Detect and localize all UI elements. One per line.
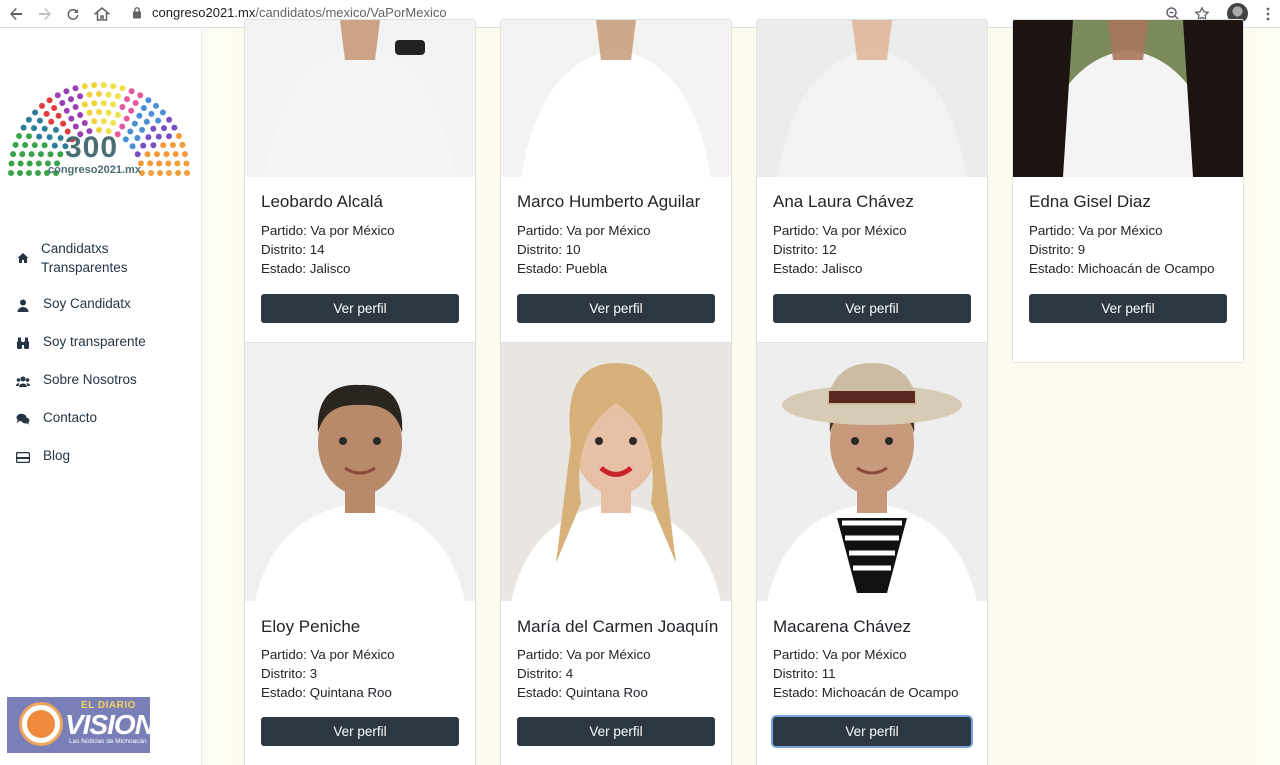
candidate-distrito: Distrito: 3: [261, 666, 318, 681]
sidebar-item-soy-candidatx[interactable]: Soy Candidatx: [0, 296, 202, 315]
site-logo[interactable]: 300 congreso2021.mx: [3, 81, 195, 181]
candidate-card: Ana Laura Chávez Partido: Va por México …: [756, 19, 988, 363]
user-icon: [16, 298, 30, 312]
sidebar-item-label: Soy Candidatx: [43, 296, 131, 311]
candidate-distrito: Distrito: 11: [773, 666, 836, 681]
binoculars-icon: [16, 336, 30, 350]
back-icon[interactable]: [5, 3, 27, 25]
badge-sub-text: Las Noticias de Michoacán: [69, 738, 147, 745]
ver-perfil-button[interactable]: Ver perfil: [773, 717, 971, 746]
candidate-card: María del Carmen Joaquín Partido: Va por…: [500, 342, 732, 765]
logo-number: 300: [65, 131, 119, 164]
candidate-info: Partido: Va por México Distrito: 11 Esta…: [773, 645, 959, 702]
candidate-card: Leobardo Alcalá Partido: Va por México D…: [244, 19, 476, 363]
candidate-photo: [501, 343, 731, 601]
sidebar: 300 congreso2021.mx Candidatxs Transpare…: [0, 29, 202, 765]
sidebar-item-candidatxs-transparentes[interactable]: Candidatxs Transparentes: [0, 239, 202, 279]
candidate-name: Eloy Peniche: [261, 617, 361, 636]
candidate-partido: Partido: Va por México: [261, 223, 395, 238]
url-domain: congreso2021.mx: [152, 5, 256, 20]
sidebar-item-contacto[interactable]: Contacto: [0, 410, 202, 429]
candidate-distrito: Distrito: 12: [773, 242, 837, 257]
candidate-partido: Partido: Va por México: [261, 647, 395, 662]
candidate-name: Edna Gisel Diaz: [1029, 192, 1151, 211]
candidate-estado: Estado: Michoacán de Ocampo: [1029, 261, 1215, 276]
candidate-partido: Partido: Va por México: [517, 647, 651, 662]
candidate-estado: Estado: Quintana Roo: [517, 685, 648, 700]
candidate-estado: Estado: Michoacán de Ocampo: [773, 685, 959, 700]
sidebar-item-blog[interactable]: Blog: [0, 448, 202, 467]
sidebar-item-label: Contacto: [43, 410, 98, 425]
candidate-distrito: Distrito: 14: [261, 242, 325, 257]
ver-perfil-button[interactable]: Ver perfil: [1029, 294, 1227, 323]
candidate-info: Partido: Va por México Distrito: 3 Estad…: [261, 645, 395, 702]
candidate-info: Partido: Va por México Distrito: 14 Esta…: [261, 221, 395, 278]
candidate-distrito: Distrito: 9: [1029, 242, 1086, 257]
candidate-name: Macarena Chávez: [773, 617, 911, 636]
kebab-menu-icon[interactable]: [1257, 3, 1279, 25]
candidate-card: Eloy Peniche Partido: Va por México Dist…: [244, 342, 476, 765]
candidate-name: Marco Humberto Aguilar: [517, 192, 701, 211]
ver-perfil-button[interactable]: Ver perfil: [261, 294, 459, 323]
candidate-name: Leobardo Alcalá: [261, 192, 383, 211]
candidate-estado: Estado: Jalisco: [261, 261, 351, 276]
candidate-photo: [501, 20, 731, 177]
candidate-photo: [1013, 20, 1243, 177]
candidate-estado: Estado: Quintana Roo: [261, 685, 392, 700]
main-content: Leobardo Alcalá Partido: Va por México D…: [202, 19, 1280, 765]
candidate-name: María del Carmen Joaquín: [517, 617, 719, 636]
candidate-photo: [245, 20, 475, 177]
forward-icon[interactable]: [34, 3, 56, 25]
candidate-estado: Estado: Puebla: [517, 261, 608, 276]
candidate-distrito: Distrito: 10: [517, 242, 581, 257]
candidate-estado: Estado: Jalisco: [773, 261, 863, 276]
sidebar-item-label: Sobre Nosotros: [43, 372, 137, 387]
badge-circle-mark: [19, 702, 63, 746]
candidate-partido: Partido: Va por México: [773, 223, 907, 238]
home-icon[interactable]: [91, 3, 113, 25]
candidate-photo: [757, 343, 987, 601]
reload-icon[interactable]: [62, 3, 84, 25]
el-diario-vision-logo: EL DIARIO VISION Las Noticias de Michoac…: [7, 697, 150, 753]
candidate-info: Partido: Va por México Distrito: 12 Esta…: [773, 221, 907, 278]
candidate-photo: [757, 20, 987, 177]
ver-perfil-button[interactable]: Ver perfil: [517, 717, 715, 746]
candidate-card: Marco Humberto Aguilar Partido: Va por M…: [500, 19, 732, 363]
badge-main-text: VISION: [65, 709, 150, 740]
candidate-info: Partido: Va por México Distrito: 4 Estad…: [517, 645, 651, 702]
ver-perfil-button[interactable]: Ver perfil: [773, 294, 971, 323]
sidebar-item-sobre-nosotros[interactable]: Sobre Nosotros: [0, 372, 202, 391]
candidate-distrito: Distrito: 4: [517, 666, 574, 681]
ver-perfil-button[interactable]: Ver perfil: [261, 717, 459, 746]
sidebar-item-soy-transparente[interactable]: Soy transparente: [0, 334, 202, 353]
ver-perfil-button[interactable]: Ver perfil: [517, 294, 715, 323]
card-icon: [16, 450, 30, 464]
candidates-grid: Leobardo Alcalá Partido: Va por México D…: [228, 19, 1260, 765]
candidate-partido: Partido: Va por México: [1029, 223, 1163, 238]
candidate-card: Macarena Chávez Partido: Va por México D…: [756, 342, 988, 765]
sidebar-item-label: Blog: [43, 448, 71, 463]
logo-site-name: congreso2021.mx: [48, 164, 141, 176]
address-bar[interactable]: congreso2021.mx/candidatos/mexico/VaPorM…: [152, 5, 447, 20]
candidate-partido: Partido: Va por México: [773, 647, 907, 662]
comments-icon: [16, 412, 30, 426]
candidate-name: Ana Laura Chávez: [773, 192, 914, 211]
home-icon: [16, 251, 30, 265]
lock-icon[interactable]: [132, 6, 142, 19]
candidate-info: Partido: Va por México Distrito: 9 Estad…: [1029, 221, 1215, 278]
candidate-info: Partido: Va por México Distrito: 10 Esta…: [517, 221, 651, 278]
url-path: /candidatos/mexico/VaPorMexico: [255, 5, 447, 20]
users-icon: [16, 374, 30, 388]
candidate-card: Edna Gisel Diaz Partido: Va por México D…: [1012, 19, 1244, 363]
candidate-photo: [245, 343, 475, 601]
sidebar-item-label: Candidatxs Transparentes: [41, 241, 128, 275]
sidebar-item-label: Soy transparente: [43, 334, 146, 349]
candidate-partido: Partido: Va por México: [517, 223, 651, 238]
